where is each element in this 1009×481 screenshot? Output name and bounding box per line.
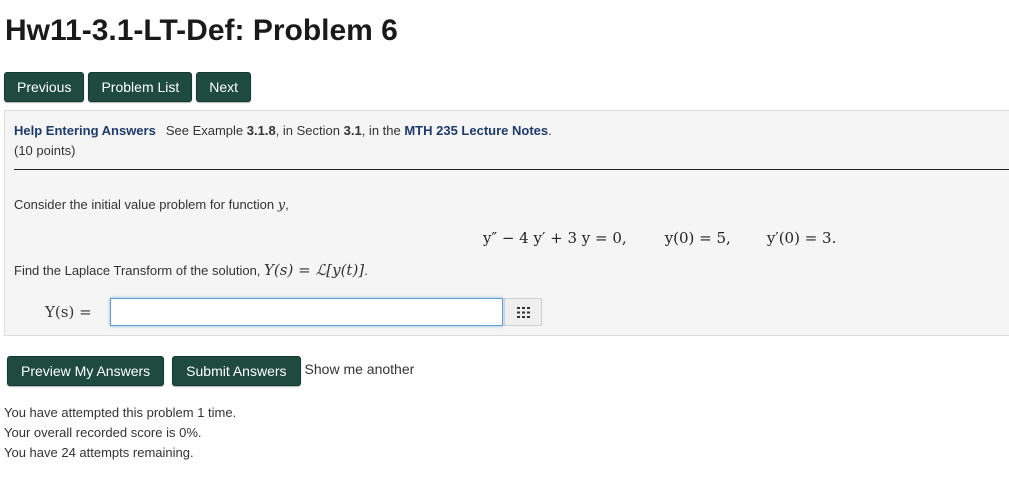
show-another-label: Show me another [304, 361, 415, 377]
grid-icon [516, 306, 530, 318]
submit-answers-button[interactable]: Submit Answers [172, 356, 301, 386]
find-math: Y(s) = ℒ[y(t)] [264, 261, 365, 279]
help-line: Help Entering Answers See Example 3.1.8, … [14, 123, 552, 138]
problem-list-button[interactable]: Problem List [88, 72, 193, 102]
intro-end: , [285, 197, 289, 212]
attempt-status: You have attempted this problem 1 time. … [4, 403, 236, 463]
recorded-score: Your overall recorded score is 0%. [4, 425, 202, 440]
preview-answers-button[interactable]: Preview My Answers [7, 356, 165, 386]
answer-input[interactable] [110, 298, 503, 326]
see-text: See Example [165, 123, 247, 138]
initial-condition-2: y′(0) = 3. [766, 229, 837, 247]
ode: y″ − 4 y′ + 3 y = 0, [483, 229, 627, 247]
answer-label: Y(s) = [45, 303, 92, 321]
page-title: Hw11-3.1-LT-Def: Problem 6 [5, 14, 398, 47]
next-button[interactable]: Next [196, 72, 252, 102]
attempt-count: You have attempted this problem 1 time. [4, 405, 237, 420]
intro-text: Consider the initial value problem for f… [14, 197, 278, 212]
points-value: (10 points) [14, 143, 76, 158]
find-text: Find the Laplace Transform of the soluti… [14, 263, 265, 278]
attempts-remaining: You have 24 attempts remaining. [4, 445, 194, 460]
period: . [548, 123, 552, 138]
find-prompt: Find the Laplace Transform of the soluti… [14, 261, 368, 279]
section-ref: 3.1 [343, 123, 362, 138]
answer-actions: Preview My Answers Submit Answers Show m… [7, 356, 414, 386]
previous-button[interactable]: Previous [4, 72, 85, 102]
in-the-text: , in the [361, 123, 405, 138]
problem-intro: Consider the initial value problem for f… [14, 197, 289, 213]
initial-condition-1: y(0) = 5, [664, 229, 731, 247]
problem-navigation: Previous Problem List Next [4, 72, 252, 102]
problem-panel: Help Entering Answers See Example 3.1.8, … [4, 110, 1009, 336]
find-end: . [364, 263, 368, 278]
example-ref: 3.1.8 [246, 123, 276, 138]
ivp-equation: y″ − 4 y′ + 3 y = 0, y(0) = 5, y′(0) = 3. [483, 229, 836, 247]
help-entering-answers-link[interactable]: Help Entering Answers [14, 123, 156, 138]
in-section-text: , in Section [275, 123, 344, 138]
lecture-notes-link[interactable]: MTH 235 Lecture Notes [404, 123, 548, 138]
divider [14, 169, 1009, 170]
equation-editor-button[interactable] [504, 298, 542, 326]
